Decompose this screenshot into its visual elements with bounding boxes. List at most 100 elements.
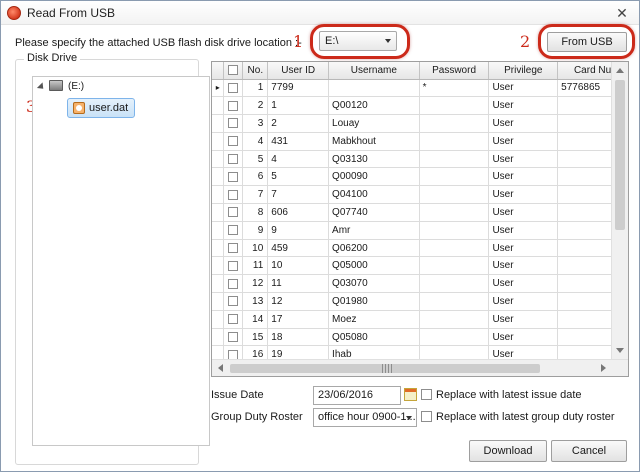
cell-password[interactable] <box>419 150 490 169</box>
table-row[interactable]: 12 11 Q03070 User <box>212 274 628 294</box>
row-select-cell[interactable] <box>223 185 244 205</box>
cell-privilege[interactable]: User <box>488 221 559 240</box>
row-header-cell[interactable] <box>212 185 225 205</box>
scroll-up-icon[interactable] <box>616 68 624 73</box>
row-header-cell[interactable] <box>212 96 225 116</box>
row-header-cell[interactable] <box>212 114 225 133</box>
row-header-cell[interactable] <box>212 132 225 151</box>
close-icon[interactable]: ✕ <box>613 4 631 22</box>
vertical-scroll-thumb[interactable] <box>615 80 625 230</box>
row-select-cell[interactable] <box>223 150 244 169</box>
row-checkbox[interactable] <box>228 100 239 111</box>
cell-privilege[interactable]: User <box>488 256 559 276</box>
cell-user-id[interactable]: 7 <box>267 185 330 205</box>
row-select-cell[interactable] <box>223 221 244 240</box>
calendar-icon[interactable] <box>404 388 417 401</box>
cell-no[interactable]: 13 <box>242 292 269 311</box>
row-checkbox[interactable] <box>228 242 239 253</box>
cell-password[interactable] <box>419 310 490 329</box>
drive-node-label[interactable]: (E:) <box>68 81 84 92</box>
cell-privilege[interactable]: User <box>488 79 559 98</box>
column-header-user-id[interactable]: User ID <box>267 62 330 80</box>
cell-password[interactable] <box>419 292 490 311</box>
cell-username[interactable]: Mabkhout <box>328 132 420 151</box>
row-checkbox[interactable] <box>228 82 239 93</box>
table-row[interactable]: ▸ 1 7799 * User 5776865 <box>212 79 628 98</box>
row-checkbox[interactable] <box>228 189 239 200</box>
cell-privilege[interactable]: User <box>488 132 559 151</box>
cell-privilege[interactable]: User <box>488 150 559 169</box>
row-checkbox[interactable] <box>228 314 239 325</box>
row-header-cell[interactable] <box>212 167 225 187</box>
cell-privilege[interactable]: User <box>488 114 559 133</box>
issue-date-input[interactable]: 23/06/2016 <box>313 386 401 405</box>
cell-user-id[interactable]: 1 <box>267 96 330 116</box>
cell-privilege[interactable]: User <box>488 292 559 311</box>
horizontal-scrollbar[interactable] <box>212 359 628 376</box>
table-row[interactable]: 8 606 Q07740 User <box>212 203 628 222</box>
cell-no[interactable]: 2 <box>242 96 269 116</box>
row-checkbox[interactable] <box>228 118 239 129</box>
cell-user-id[interactable]: 5 <box>267 167 330 187</box>
group-duty-roster-select[interactable]: office hour 0900-1... <box>313 408 417 427</box>
cell-user-id[interactable]: 606 <box>267 203 330 222</box>
cell-user-id[interactable]: 2 <box>267 114 330 133</box>
file-node-user-dat[interactable]: user.dat <box>67 98 135 118</box>
cell-password[interactable] <box>419 185 490 205</box>
vertical-scrollbar[interactable] <box>611 62 628 359</box>
row-header-cell[interactable] <box>212 150 225 169</box>
cell-password[interactable] <box>419 239 490 258</box>
cell-user-id[interactable]: 459 <box>267 239 330 258</box>
cell-user-id[interactable]: 12 <box>267 292 330 311</box>
cell-no[interactable]: 1 <box>242 79 269 98</box>
row-checkbox[interactable] <box>228 260 239 271</box>
column-header-no[interactable]: No. <box>242 62 269 80</box>
scroll-down-icon[interactable] <box>616 348 624 353</box>
cell-password[interactable] <box>419 132 490 151</box>
table-row[interactable]: 2 1 Q00120 User <box>212 96 628 116</box>
select-all-checkbox[interactable] <box>228 65 239 76</box>
cell-privilege[interactable]: User <box>488 96 559 116</box>
cell-username[interactable]: Moez <box>328 310 420 329</box>
row-select-cell[interactable] <box>223 274 244 294</box>
cell-user-id[interactable]: 7799 <box>267 79 330 98</box>
row-checkbox[interactable] <box>228 153 239 164</box>
row-header-cell[interactable]: ▸ <box>212 79 225 98</box>
cell-no[interactable]: 6 <box>242 167 269 187</box>
cell-username[interactable]: Q01980 <box>328 292 420 311</box>
row-select-cell[interactable] <box>223 256 244 276</box>
table-row[interactable]: 7 7 Q04100 User <box>212 185 628 205</box>
cell-password[interactable] <box>419 167 490 187</box>
cell-no[interactable]: 11 <box>242 256 269 276</box>
cell-user-id[interactable]: 9 <box>267 221 330 240</box>
expand-arrow-icon[interactable] <box>36 82 47 92</box>
table-row[interactable]: 5 4 Q03130 User <box>212 150 628 169</box>
row-header-cell[interactable] <box>212 221 225 240</box>
row-select-cell[interactable] <box>223 239 244 258</box>
cell-user-id[interactable]: 10 <box>267 256 330 276</box>
row-select-cell[interactable] <box>223 310 244 329</box>
table-row[interactable]: 3 2 Louay User <box>212 114 628 133</box>
cell-username[interactable]: Louay <box>328 114 420 133</box>
table-row[interactable]: 9 9 Amr User <box>212 221 628 240</box>
cell-password[interactable] <box>419 328 490 347</box>
row-header-cell[interactable] <box>212 256 225 276</box>
column-header-username[interactable]: Username <box>328 62 420 80</box>
cell-user-id[interactable]: 18 <box>267 328 330 347</box>
replace-roster-checkbox[interactable] <box>421 411 432 422</box>
cell-username[interactable]: Q00120 <box>328 96 420 116</box>
cell-username[interactable]: Q00090 <box>328 167 420 187</box>
cell-password[interactable] <box>419 256 490 276</box>
cell-privilege[interactable]: User <box>488 239 559 258</box>
select-all-header[interactable] <box>223 62 244 80</box>
row-select-cell[interactable] <box>223 292 244 311</box>
row-select-cell[interactable] <box>223 79 244 98</box>
row-select-cell[interactable] <box>223 203 244 222</box>
cell-no[interactable]: 8 <box>242 203 269 222</box>
table-row[interactable]: 11 10 Q05000 User <box>212 256 628 276</box>
cell-password[interactable]: * <box>419 79 490 98</box>
column-header-password[interactable]: Password <box>419 62 490 80</box>
cell-username[interactable]: Amr <box>328 221 420 240</box>
row-header-cell[interactable] <box>212 274 225 294</box>
cell-no[interactable]: 15 <box>242 328 269 347</box>
